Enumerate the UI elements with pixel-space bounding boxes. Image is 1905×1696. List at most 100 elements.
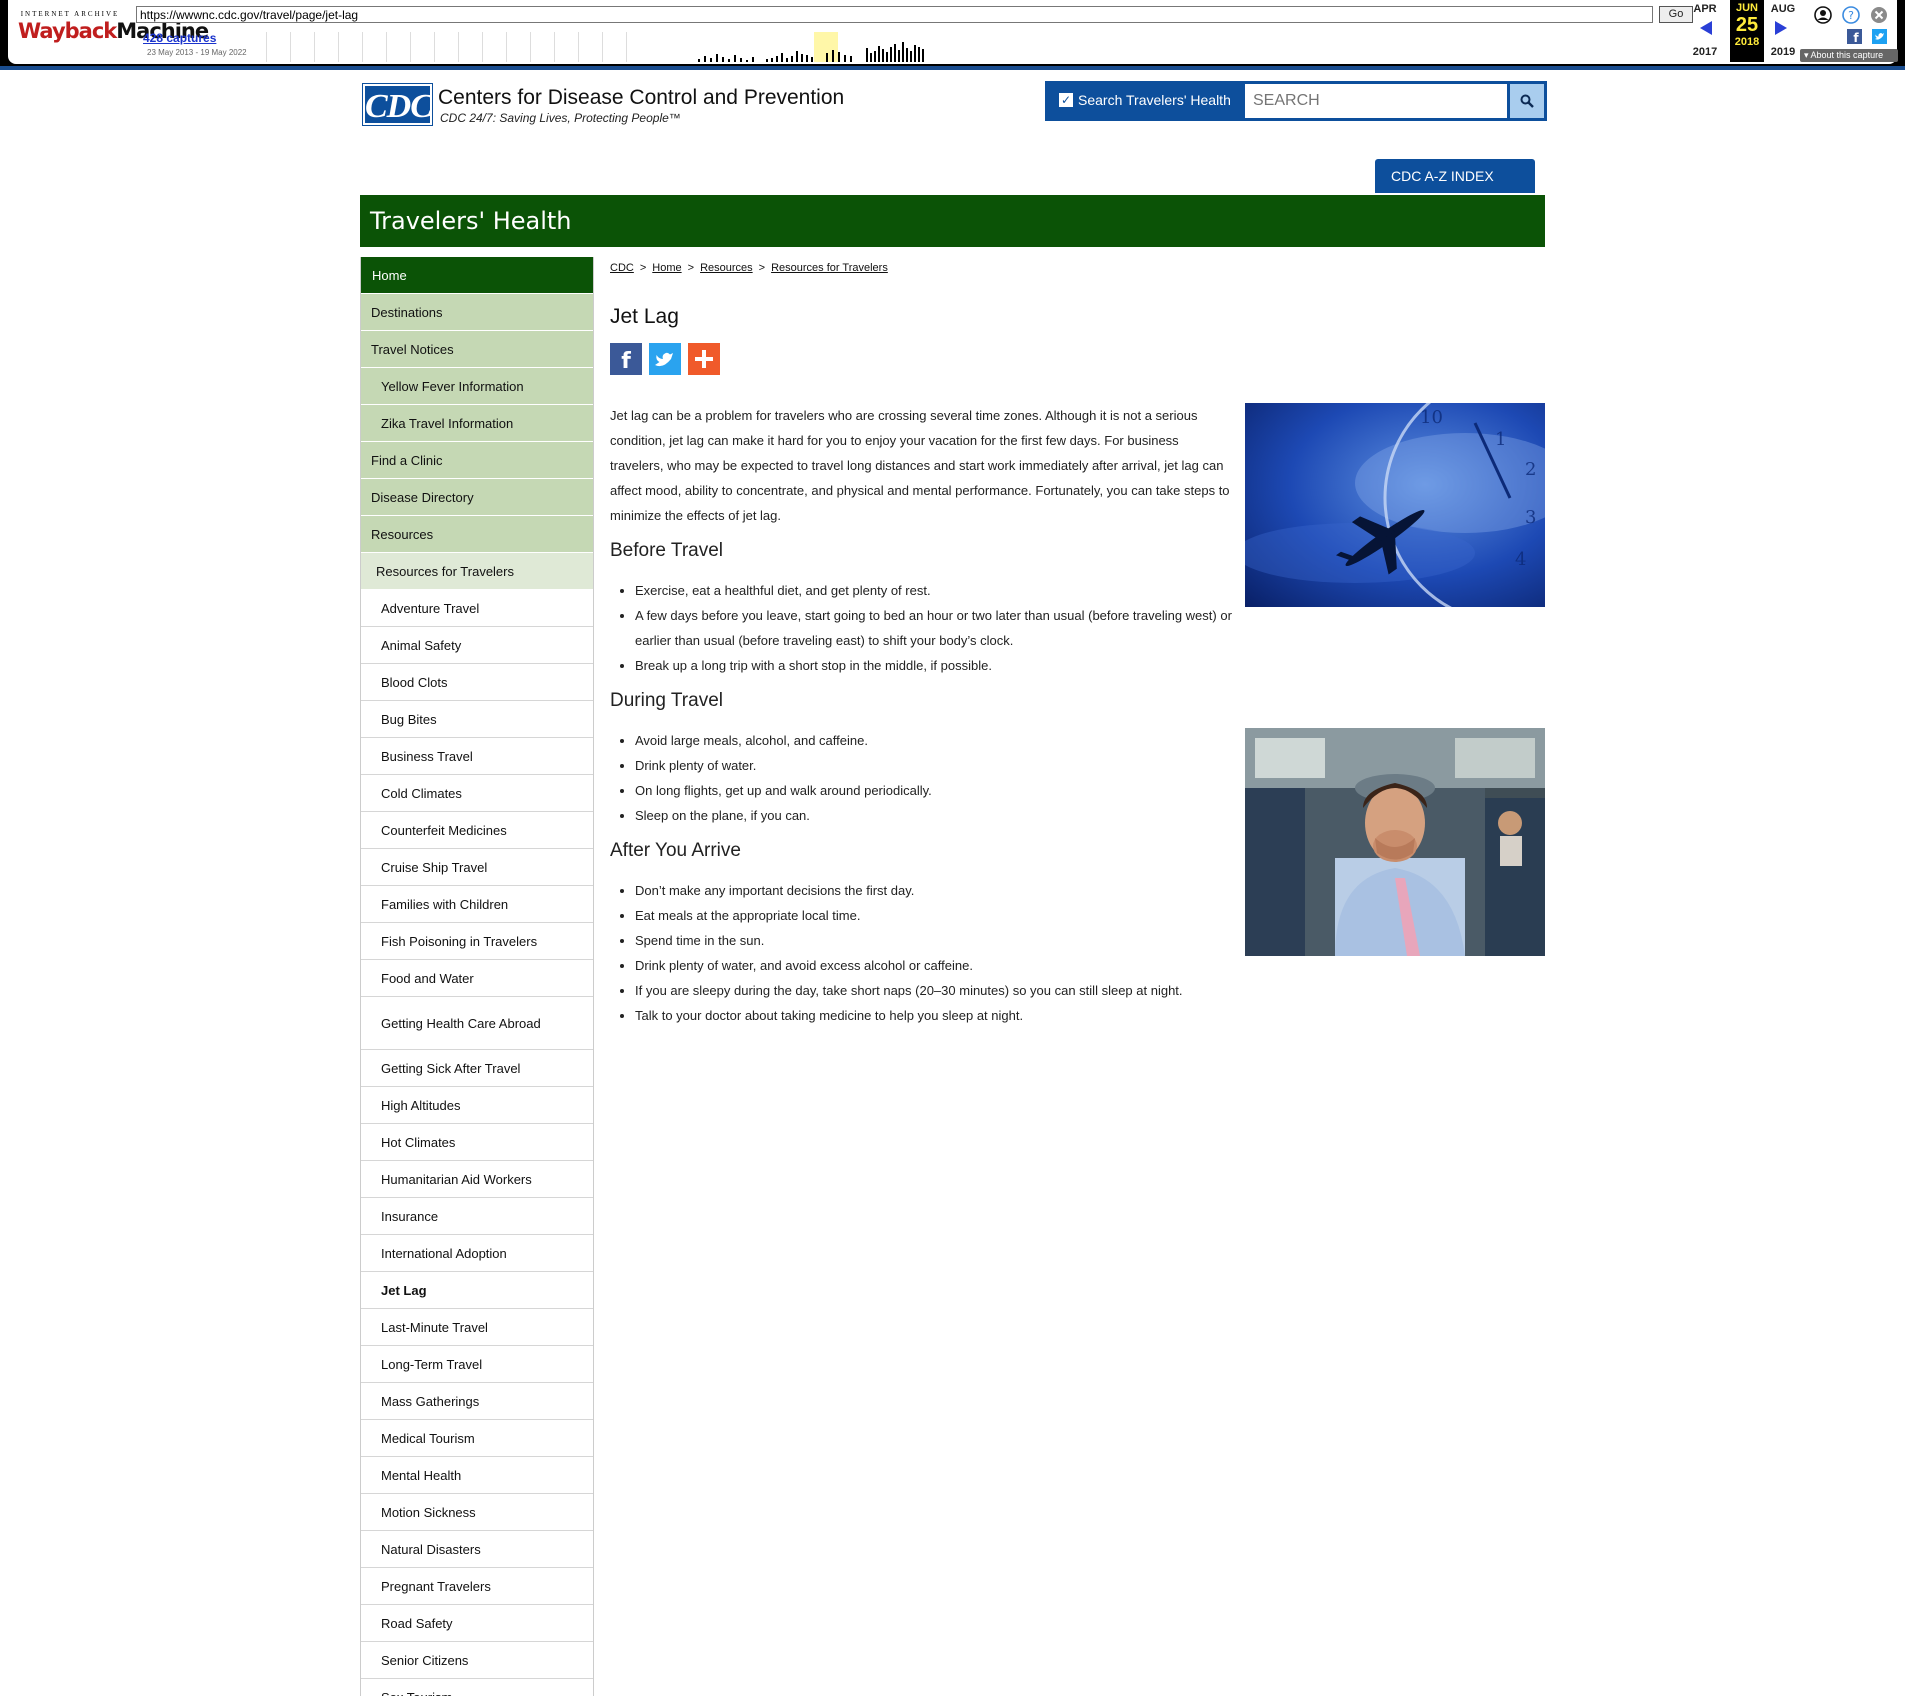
nav-item-bug-bites[interactable]: Bug Bites [361,701,593,738]
nav-item-humanitarian-aid-workers[interactable]: Humanitarian Aid Workers [361,1161,593,1198]
search-travelers-health-checkbox[interactable]: ✓ [1059,93,1073,107]
sparkline-bar [826,53,828,62]
nav-item-families-with-children[interactable]: Families with Children [361,886,593,923]
next-capture-arrow-icon[interactable] [1766,20,1796,41]
nav-item-international-adoption[interactable]: International Adoption [361,1235,593,1272]
facebook-icon: f [621,349,631,374]
sparkline-year-divider [410,32,411,62]
sparkline-bar [922,49,924,62]
nav-item-sex-tourism[interactable]: Sex Tourism [361,1679,593,1696]
wayback-url-input[interactable] [136,6,1653,23]
banner-title[interactable]: Travelers' Health [370,207,572,235]
help-icon[interactable]: ? [1842,6,1860,29]
nav-item-adventure-travel[interactable]: Adventure Travel [361,590,593,627]
wayback-toolbar: INTERNET ARCHIVE WaybackMachine Go 428 c… [0,0,1905,70]
travelers-health-banner: Travelers' Health [360,195,1545,247]
sparkline-bar [801,54,803,62]
nav-item-fish-poisoning-in-travelers[interactable]: Fish Poisoning in Travelers [361,923,593,960]
next-year-label[interactable]: 2019 [1764,46,1802,58]
twitter-share-icon[interactable] [1872,29,1887,49]
nav-item-resources-for-travelers[interactable]: Resources for Travelers [361,553,593,590]
nav-item-getting-health-care-abroad[interactable]: Getting Health Care Abroad [361,997,593,1050]
nav-item-home[interactable]: Home [361,257,593,294]
nav-item-mental-health[interactable]: Mental Health [361,1457,593,1494]
sparkline-bar [882,49,884,62]
sparkline-bar [776,56,778,62]
sparkline-year-divider [338,32,339,62]
twitter-share-button[interactable] [649,343,681,375]
nav-item-yellow-fever-information[interactable]: Yellow Fever Information [361,368,593,405]
prev-year-label[interactable]: 2017 [1688,46,1722,58]
nav-item-zika-travel-information[interactable]: Zika Travel Information [361,405,593,442]
breadcrumb-separator: > [687,262,695,274]
sparkline-bar [866,48,868,62]
next-month-label[interactable]: AUG [1764,3,1802,15]
prev-month-label[interactable]: APR [1688,3,1722,15]
nav-item-senior-citizens[interactable]: Senior Citizens [361,1642,593,1679]
breadcrumb-link[interactable]: Resources [700,262,753,274]
airplane-clock-image: 10 1 2 3 4 [1245,403,1545,607]
nav-item-insurance[interactable]: Insurance [361,1198,593,1235]
left-navigation: Home Destinations Travel Notices Yellow Fev… [360,257,594,1696]
nav-item-business-travel[interactable]: Business Travel [361,738,593,775]
nav-item-blood-clots[interactable]: Blood Clots [361,664,593,701]
nav-item-medical-tourism[interactable]: Medical Tourism [361,1420,593,1457]
nav-item-resources[interactable]: Resources [361,516,593,553]
facebook-share-icon[interactable]: f [1847,29,1862,49]
wayback-logo[interactable]: INTERNET ARCHIVE WaybackMachine [18,10,209,52]
about-capture-dropdown[interactable]: ▾ About this capture [1800,49,1898,62]
nav-item-find-a-clinic[interactable]: Find a Clinic [361,442,593,479]
cdc-site-title[interactable]: Centers for Disease Control and Preventi… [438,86,844,110]
sparkline-bar [910,51,912,62]
sparkline-year-divider [578,32,579,62]
cdc-logo[interactable]: CDC [362,83,433,126]
nav-item-destinations[interactable]: Destinations [361,294,593,331]
sparkline-year-divider [458,32,459,62]
sparkline-bar [850,56,852,62]
nav-item-mass-gatherings[interactable]: Mass Gatherings [361,1383,593,1420]
nav-item-disease-directory[interactable]: Disease Directory [361,479,593,516]
nav-item-food-and-water[interactable]: Food and Water [361,960,593,997]
nav-item-pregnant-travelers[interactable]: Pregnant Travelers [361,1568,593,1605]
sparkline-bar [722,57,724,62]
sparkline-bar [806,55,808,62]
nav-item-cruise-ship-travel[interactable]: Cruise Ship Travel [361,849,593,886]
nav-item-motion-sickness[interactable]: Motion Sickness [361,1494,593,1531]
search-input[interactable] [1245,84,1507,118]
sparkline-year-divider [506,32,507,62]
sparkline-bar [796,51,798,62]
facebook-share-button[interactable]: f [610,343,642,375]
sparkline-year-divider [314,32,315,62]
nav-item-last-minute-travel[interactable]: Last-Minute Travel [361,1309,593,1346]
breadcrumb-link[interactable]: Resources for Travelers [771,262,888,274]
sparkline-bar [710,58,712,62]
breadcrumb-link[interactable]: CDC [610,262,634,274]
breadcrumb-link[interactable]: Home [652,262,681,274]
page-title: Jet Lag [610,305,679,328]
nav-item-animal-safety[interactable]: Animal Safety [361,627,593,664]
current-day-label: 25 [1735,14,1759,36]
close-icon[interactable] [1870,6,1888,29]
wayback-captures-link[interactable]: 428 captures [143,31,216,45]
cdc-az-index-button[interactable]: CDC A-Z INDEX [1375,159,1535,193]
sparkline-bar [771,58,773,62]
nav-item-hot-climates[interactable]: Hot Climates [361,1124,593,1161]
nav-item-high-altitudes[interactable]: High Altitudes [361,1087,593,1124]
sparkline-year-divider [530,32,531,62]
prev-capture-arrow-icon[interactable] [1691,20,1721,41]
wayback-sparkline[interactable] [266,30,1686,62]
user-account-icon[interactable] [1814,6,1832,29]
nav-item-road-safety[interactable]: Road Safety [361,1605,593,1642]
search-button[interactable] [1510,84,1544,118]
nav-item-travel-notices[interactable]: Travel Notices [361,331,593,368]
add-share-button[interactable] [688,343,720,375]
nav-item-natural-disasters[interactable]: Natural Disasters [361,1531,593,1568]
nav-item-long-term-travel[interactable]: Long-Term Travel [361,1346,593,1383]
list-item: A few days before you leave, start going… [635,603,1235,653]
nav-item-counterfeit-medicines[interactable]: Counterfeit Medicines [361,812,593,849]
breadcrumb-separator: > [758,262,766,274]
nav-item-cold-climates[interactable]: Cold Climates [361,775,593,812]
nav-item-getting-sick-after-travel[interactable]: Getting Sick After Travel [361,1050,593,1087]
current-year-label: 2018 [1734,36,1760,48]
nav-item-jet-lag[interactable]: Jet Lag [361,1272,593,1309]
